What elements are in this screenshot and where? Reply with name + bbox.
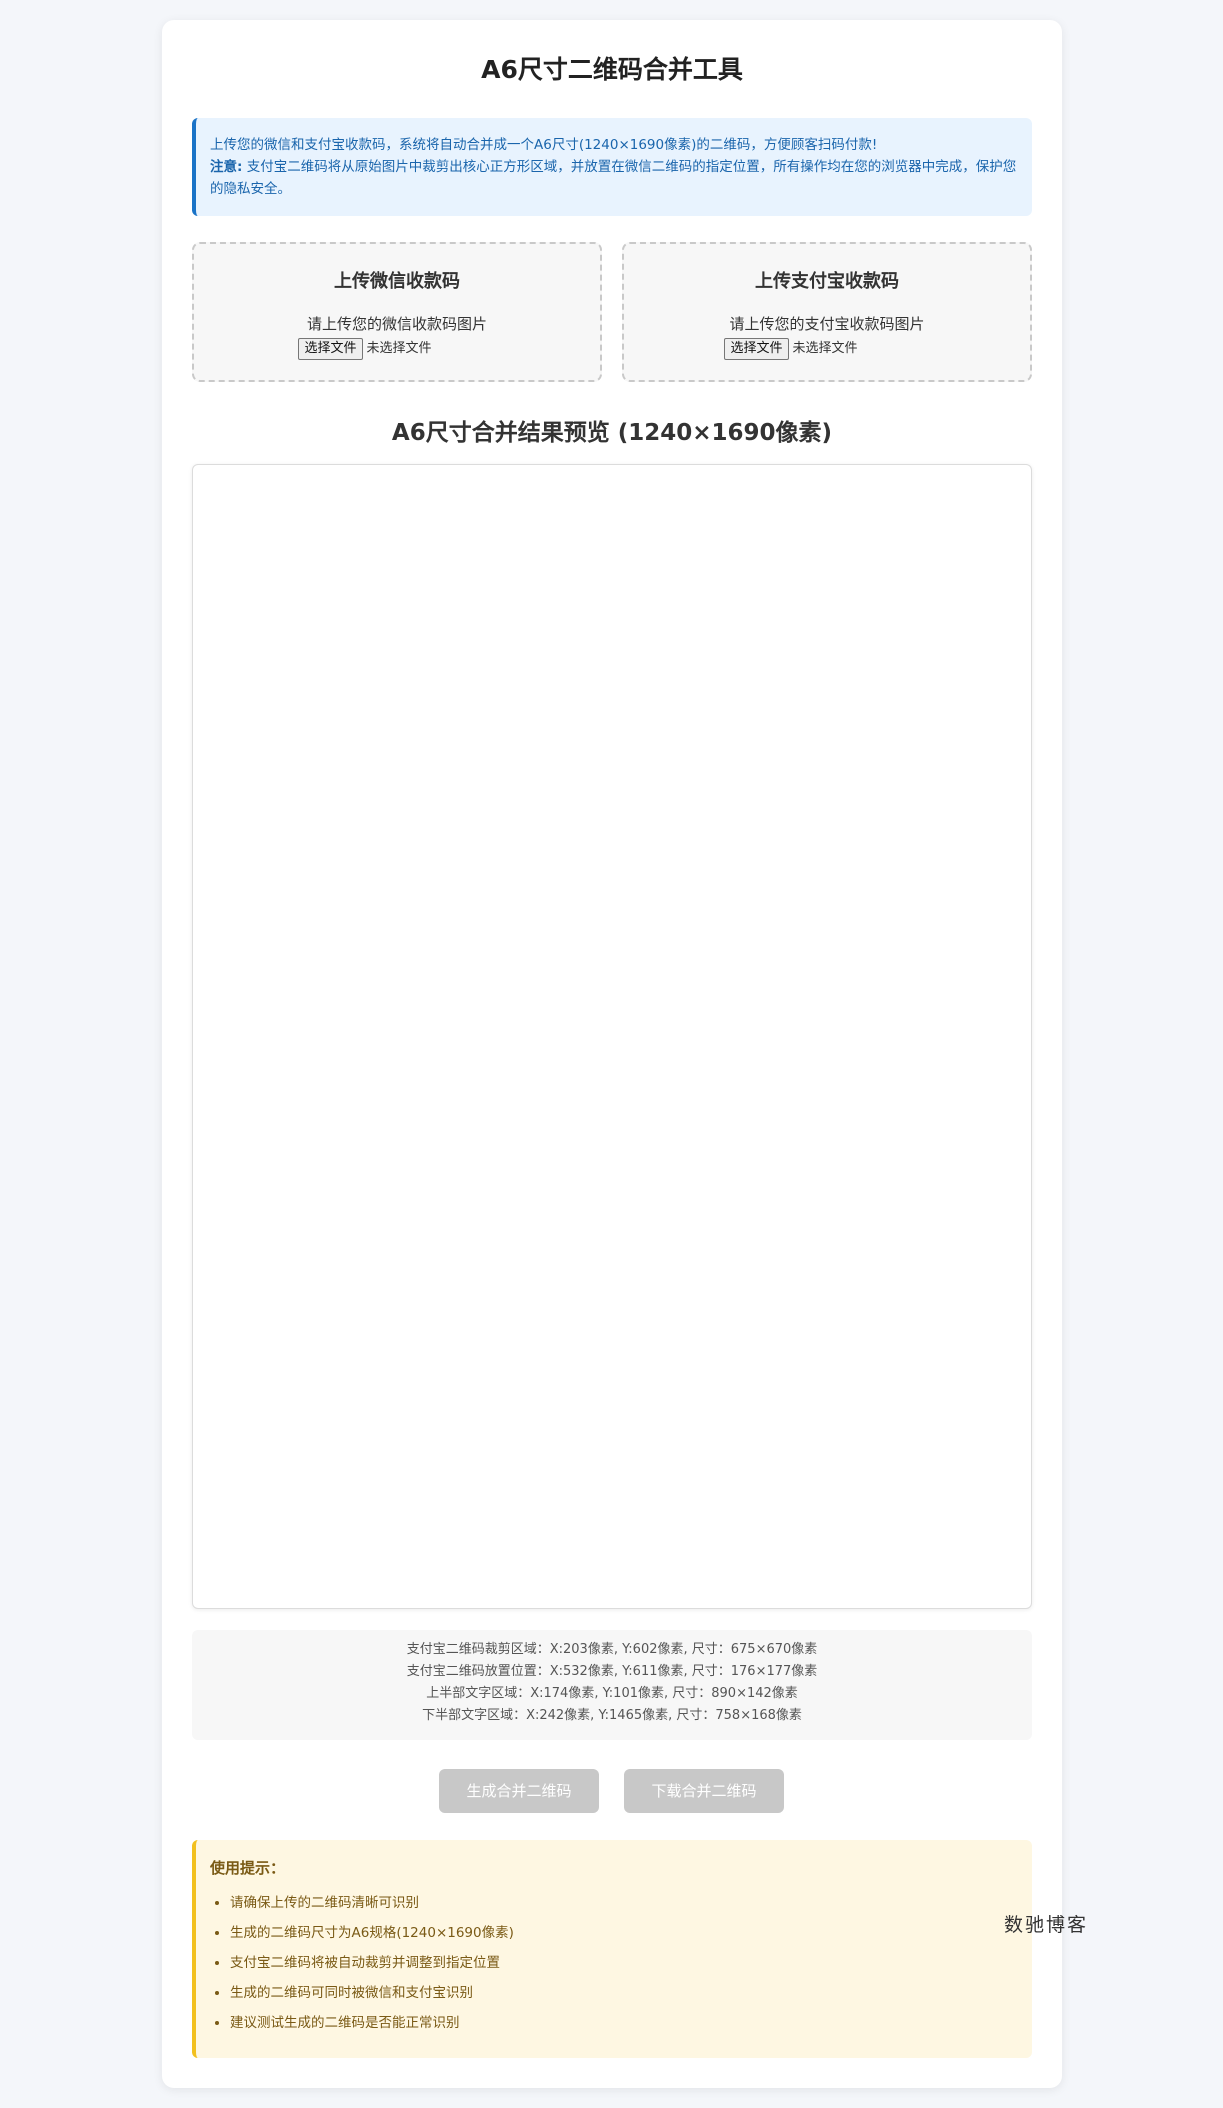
coordinates-info: 支付宝二维码裁剪区域：X:203像素, Y:602像素, 尺寸：675×670像… (192, 1630, 1032, 1740)
tips-list: 请确保上传的二维码清晰可识别 生成的二维码尺寸为A6规格(1240×1690像素… (210, 1888, 1018, 2038)
download-button[interactable]: 下载合并二维码 (624, 1769, 784, 1813)
wechat-file-status: 未选择文件 (366, 341, 432, 356)
usage-tips: 使用提示： 请确保上传的二维码清晰可识别 生成的二维码尺寸为A6规格(1240×… (192, 1840, 1032, 2058)
preview-canvas (192, 464, 1032, 1609)
preview-title: A6尺寸合并结果预览 (1240×1690像素) (391, 420, 833, 446)
tip-item: 生成的二维码尺寸为A6规格(1240×1690像素) (230, 1918, 1018, 1948)
wechat-file-input[interactable]: 选择文件 未选择文件 (194, 337, 600, 360)
wechat-upload-area[interactable]: 上传微信收款码 请上传您的微信收款码图片 选择文件 未选择文件 (192, 242, 602, 382)
info-note: 注意: 支付宝二维码将从原始图片中裁剪出核心正方形区域，并放置在微信二维码的指定… (210, 156, 1018, 200)
alipay-file-input[interactable]: 选择文件 未选择文件 (624, 337, 1030, 360)
note-text: 支付宝二维码将从原始图片中裁剪出核心正方形区域，并放置在微信二维码的指定位置，所… (210, 159, 1017, 197)
wechat-upload-heading: 上传微信收款码 (334, 271, 460, 292)
alipay-upload-heading: 上传支付宝收款码 (755, 271, 899, 292)
alipay-upload-hint: 请上传您的支付宝收款码图片 (729, 315, 925, 333)
tip-item: 支付宝二维码将被自动裁剪并调整到指定位置 (230, 1948, 1018, 1978)
alipay-choose-file-button[interactable]: 选择文件 (724, 338, 789, 360)
info-notice: 上传您的微信和支付宝收款码，系统将自动合并成一个A6尺寸(1240×1690像素… (192, 118, 1032, 216)
tip-item: 建议测试生成的二维码是否能正常识别 (230, 2008, 1018, 2038)
coord-line: 支付宝二维码放置位置：X:532像素, Y:611像素, 尺寸：176×177像… (406, 1664, 818, 1679)
info-line: 上传您的微信和支付宝收款码，系统将自动合并成一个A6尺寸(1240×1690像素… (210, 137, 878, 153)
main-card: A6尺寸二维码合并工具 上传您的微信和支付宝收款码，系统将自动合并成一个A6尺寸… (162, 20, 1062, 2088)
tip-item: 生成的二维码可同时被微信和支付宝识别 (230, 1978, 1018, 2008)
watermark-text: 数驰博客 (1004, 1914, 1089, 1936)
note-label: 注意: (210, 159, 243, 175)
wechat-upload-hint: 请上传您的微信收款码图片 (306, 315, 487, 333)
tip-item: 请确保上传的二维码清晰可识别 (230, 1888, 1018, 1918)
coord-line: 支付宝二维码裁剪区域：X:203像素, Y:602像素, 尺寸：675×670像… (406, 1642, 818, 1657)
coord-line: 下半部文字区域：X:242像素, Y:1465像素, 尺寸：758×168像素 (422, 1708, 802, 1723)
page-title: A6尺寸二维码合并工具 (481, 55, 743, 84)
tips-heading: 使用提示： (210, 1859, 286, 1877)
wechat-choose-file-button[interactable]: 选择文件 (298, 338, 363, 360)
alipay-upload-area[interactable]: 上传支付宝收款码 请上传您的支付宝收款码图片 选择文件 未选择文件 (622, 242, 1032, 382)
generate-button[interactable]: 生成合并二维码 (439, 1769, 599, 1813)
coord-line: 上半部文字区域：X:174像素, Y:101像素, 尺寸：890×142像素 (426, 1686, 798, 1701)
alipay-file-status: 未选择文件 (792, 341, 858, 356)
